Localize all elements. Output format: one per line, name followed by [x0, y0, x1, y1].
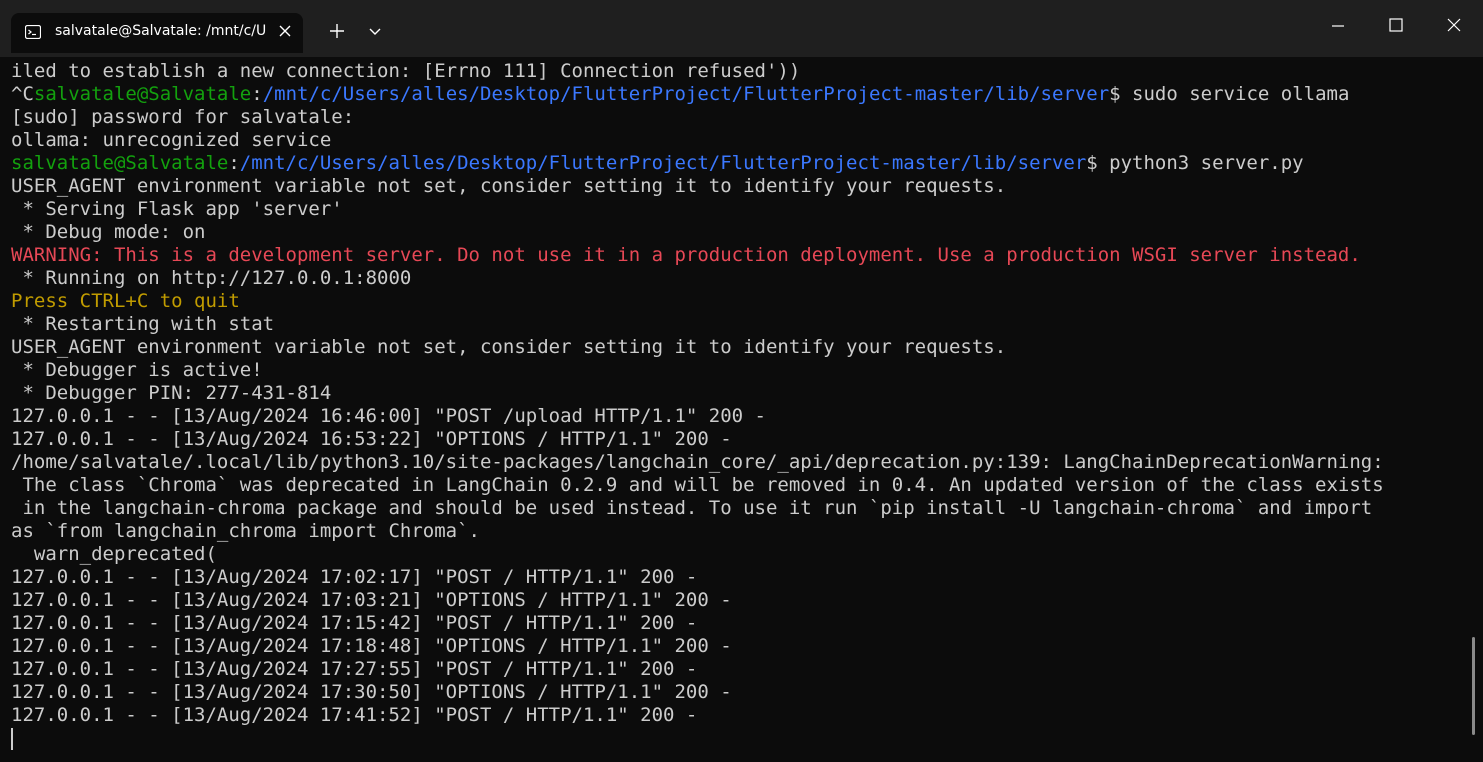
terminal-line: 127.0.0.1 - - [13/Aug/2024 17:41:52] "PO…: [11, 704, 1461, 727]
close-tab-icon[interactable]: [277, 23, 293, 39]
terminal-line: * Debugger is active!: [11, 359, 1461, 382]
terminal-text: 127.0.0.1 - - [13/Aug/2024 16:53:22] "OP…: [11, 428, 732, 450]
maximize-icon: [1389, 18, 1403, 32]
terminal-text: 127.0.0.1 - - [13/Aug/2024 16:46:00] "PO…: [11, 405, 766, 427]
maximize-button[interactable]: [1367, 0, 1425, 52]
terminal-line: The class `Chroma` was deprecated in Lan…: [11, 474, 1461, 497]
terminal-text: 127.0.0.1 - - [13/Aug/2024 17:27:55] "PO…: [11, 658, 698, 680]
terminal-text: in the langchain-chroma package and shou…: [11, 497, 1373, 519]
terminal-text: 127.0.0.1 - - [13/Aug/2024 17:02:17] "PO…: [11, 566, 698, 588]
terminal-text: /home/salvatale/.local/lib/python3.10/si…: [11, 451, 1384, 473]
terminal-text: * Running on http://127.0.0.1:8000: [11, 267, 412, 289]
terminal-text: :: [228, 152, 240, 174]
terminal-line: 127.0.0.1 - - [13/Aug/2024 16:53:22] "OP…: [11, 428, 1461, 451]
terminal-line: * Running on http://127.0.0.1:8000: [11, 267, 1461, 290]
terminal-text: * Restarting with stat: [11, 313, 275, 335]
terminal-text: * Debugger is active!: [11, 359, 263, 381]
new-tab-icon[interactable]: [326, 20, 348, 42]
terminal-text: iled to establish a new connection: [Err…: [11, 60, 801, 82]
terminal-line: * Restarting with stat: [11, 313, 1461, 336]
terminal-line: 127.0.0.1 - - [13/Aug/2024 17:27:55] "PO…: [11, 658, 1461, 681]
terminal-text: * Serving Flask app 'server': [11, 198, 343, 220]
terminal-text: /mnt/c/Users/alles/Desktop/FlutterProjec…: [239, 152, 1087, 174]
terminal-text: warn_deprecated(: [11, 543, 217, 565]
terminal-text: salvatale@Salvatale: [11, 152, 229, 174]
terminal-text: 127.0.0.1 - - [13/Aug/2024 17:30:50] "OP…: [11, 681, 732, 703]
terminal-text: * Debug mode: on: [11, 221, 206, 243]
terminal-text: salvatale@Salvatale: [33, 83, 252, 105]
terminal-line: * Debug mode: on: [11, 221, 1461, 244]
terminal-line: 127.0.0.1 - - [13/Aug/2024 17:03:21] "OP…: [11, 589, 1461, 612]
scrollbar[interactable]: [1472, 637, 1475, 735]
terminal-line: 127.0.0.1 - - [13/Aug/2024 17:30:50] "OP…: [11, 681, 1461, 704]
minimize-icon: [1332, 25, 1344, 27]
terminal-line: USER_AGENT environment variable not set,…: [11, 175, 1461, 198]
terminal-line: [sudo] password for salvatale:: [11, 106, 1461, 129]
title-bar[interactable]: salvatale@Salvatale: /mnt/c/U: [0, 0, 1483, 57]
terminal-line: 127.0.0.1 - - [13/Aug/2024 17:02:17] "PO…: [11, 566, 1461, 589]
terminal-line: ollama: unrecognized service: [11, 129, 1461, 152]
tab-title: salvatale@Salvatale: /mnt/c/U: [55, 23, 267, 39]
terminal-text: 127.0.0.1 - - [13/Aug/2024 17:18:48] "OP…: [11, 635, 732, 657]
terminal-line: warn_deprecated(: [11, 543, 1461, 566]
terminal-text: [sudo] password for salvatale:: [11, 106, 355, 128]
terminal-text: WARNING: This is a development server. D…: [11, 244, 1361, 266]
terminal-text: Press CTRL+C to quit: [11, 290, 240, 312]
terminal-line: 127.0.0.1 - - [13/Aug/2024 16:46:00] "PO…: [11, 405, 1461, 428]
close-window-button[interactable]: [1425, 0, 1483, 52]
terminal-text: USER_AGENT environment variable not set,…: [11, 336, 1007, 358]
minimize-button[interactable]: [1309, 0, 1367, 52]
terminal-line: WARNING: This is a development server. D…: [11, 244, 1461, 267]
terminal-text: The class `Chroma` was deprecated in Lan…: [11, 474, 1384, 496]
text-cursor: [11, 728, 13, 750]
close-icon: [1447, 18, 1461, 32]
terminal-text: $ sudo service ollama: [1109, 83, 1350, 105]
terminal-text: * Debugger PIN: 277-431-814: [11, 382, 332, 404]
terminal-line: USER_AGENT environment variable not set,…: [11, 336, 1461, 359]
terminal-text: 127.0.0.1 - - [13/Aug/2024 17:15:42] "PO…: [11, 612, 698, 634]
terminal-line: * Debugger PIN: 277-431-814: [11, 382, 1461, 405]
terminal-icon: [24, 24, 42, 40]
terminal-text: ^C: [11, 83, 34, 105]
terminal-output[interactable]: iled to establish a new connection: [Err…: [11, 60, 1461, 760]
terminal-line: as `from langchain_chroma import Chroma`…: [11, 520, 1461, 543]
terminal-text: /mnt/c/Users/alles/Desktop/FlutterProjec…: [262, 83, 1110, 105]
terminal-text: as `from langchain_chroma import Chroma`…: [11, 520, 480, 542]
terminal-line: salvatale@Salvatale:/mnt/c/Users/alles/D…: [11, 152, 1461, 175]
terminal-line: in the langchain-chroma package and shou…: [11, 497, 1461, 520]
terminal-line: 127.0.0.1 - - [13/Aug/2024 17:18:48] "OP…: [11, 635, 1461, 658]
terminal-line: Press CTRL+C to quit: [11, 290, 1461, 313]
terminal-text: :: [251, 83, 263, 105]
terminal-line: ^Csalvatale@Salvatale:/mnt/c/Users/alles…: [11, 83, 1461, 106]
prompt-line[interactable]: [11, 727, 1461, 750]
terminal-line: /home/salvatale/.local/lib/python3.10/si…: [11, 451, 1461, 474]
terminal-text: 127.0.0.1 - - [13/Aug/2024 17:03:21] "OP…: [11, 589, 732, 611]
terminal-line: * Serving Flask app 'server': [11, 198, 1461, 221]
terminal-text: $ python3 server.py: [1086, 152, 1304, 174]
terminal-line: 127.0.0.1 - - [13/Aug/2024 17:15:42] "PO…: [11, 612, 1461, 635]
terminal-line: iled to establish a new connection: [Err…: [11, 60, 1461, 83]
terminal-text: 127.0.0.1 - - [13/Aug/2024 17:41:52] "PO…: [11, 704, 698, 726]
terminal-window: salvatale@Salvatale: /mnt/c/U iled to es…: [0, 0, 1483, 762]
terminal-text: ollama: unrecognized service: [11, 129, 332, 151]
terminal-text: USER_AGENT environment variable not set,…: [11, 175, 1007, 197]
tab-terminal[interactable]: salvatale@Salvatale: /mnt/c/U: [11, 13, 303, 53]
chevron-down-icon[interactable]: [364, 24, 386, 40]
